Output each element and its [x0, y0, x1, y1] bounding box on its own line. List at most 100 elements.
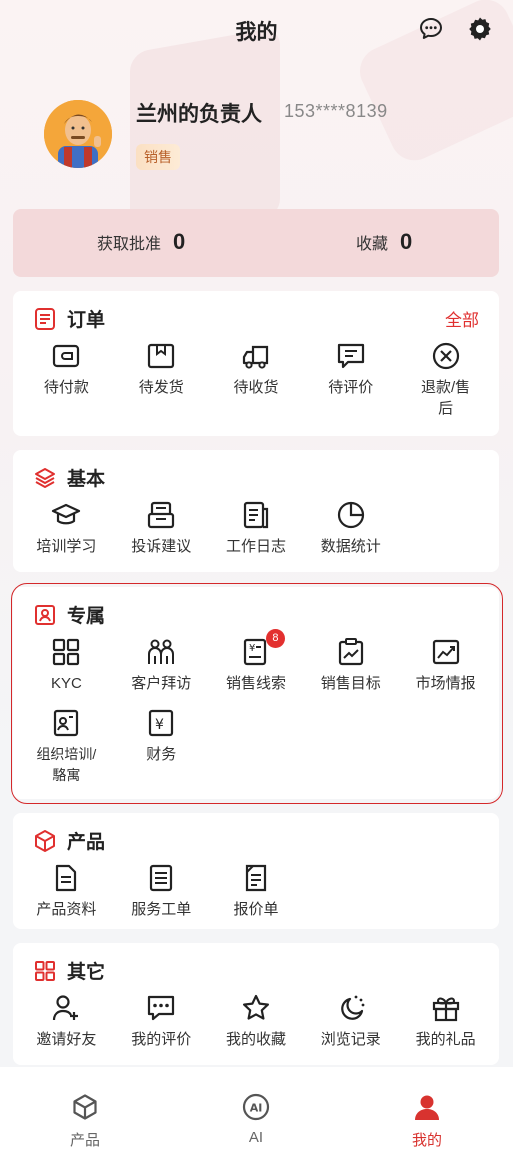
order-pending-review[interactable]: 待评价 [303, 341, 398, 419]
card-title: 订单 [67, 310, 106, 331]
truck-icon [242, 345, 269, 369]
item-label: 投诉建议 [131, 538, 192, 555]
item-label: 退款/售后 [420, 379, 471, 417]
gear-icon[interactable] [467, 16, 493, 42]
item-label: 浏览记录 [320, 1031, 381, 1048]
profile-section: 兰州的负责人 153****8139 销售 [0, 90, 513, 190]
user-name: 兰州的负责人 [136, 103, 262, 126]
grid-icon [53, 638, 80, 666]
item-label: 工作日志 [225, 538, 286, 555]
svg-text:¥: ¥ [249, 643, 255, 654]
stat-approvals[interactable]: 获取批准 0 [97, 229, 185, 255]
notification-badge: 8 [265, 629, 285, 648]
view-all-orders-link[interactable]: 全部 [445, 306, 479, 331]
badge-person-icon [35, 604, 55, 625]
target-board-icon [338, 638, 363, 666]
avatar[interactable] [44, 100, 112, 168]
tab-label: AI [248, 1129, 264, 1146]
quotation-item[interactable]: 报价单 [209, 863, 304, 920]
order-list-icon [35, 307, 55, 330]
list-doc-icon [150, 864, 173, 892]
tab-product[interactable]: 产品 [35, 1093, 135, 1150]
user-phone: 153****8139 [284, 101, 388, 121]
people-icon [148, 639, 175, 664]
svg-text:¥: ¥ [155, 717, 164, 733]
feedback-icon [148, 501, 175, 529]
star-icon [242, 994, 269, 1020]
item-label: 待付款 [43, 379, 89, 396]
product-card: 产品 产品资料 服务工单 报价单 [13, 813, 499, 929]
item-label: 我的评价 [131, 1031, 192, 1048]
item-label: 培训学习 [36, 538, 97, 555]
market-intel-item[interactable]: 市场情报 [398, 637, 493, 694]
order-refund[interactable]: 退款/售后 [398, 341, 493, 419]
wallet-icon [53, 344, 80, 368]
id-card-icon [54, 709, 79, 737]
item-label: 数据统计 [320, 538, 381, 555]
stat-favorites[interactable]: 收藏 0 [356, 229, 412, 255]
sales-target-item[interactable]: 销售目标 [303, 637, 398, 694]
package-icon [148, 343, 175, 369]
order-pending-receipt[interactable]: 待收货 [209, 341, 304, 419]
product-docs-item[interactable]: 产品资料 [19, 863, 114, 920]
item-label: 市场情报 [415, 675, 476, 692]
my-favorites-item[interactable]: 我的收藏 [209, 993, 304, 1050]
tab-label: 产品 [69, 1132, 100, 1149]
cube-icon [73, 1094, 97, 1120]
apps-grid-icon [35, 960, 55, 981]
finance-item[interactable]: ¥ 财务 [114, 708, 209, 786]
add-user-icon [53, 995, 79, 1021]
avatar-illustration [44, 100, 112, 168]
yuan-icon: ¥ [149, 709, 174, 737]
bottom-tab-bar: 产品 AI AI 我的 [0, 1067, 513, 1159]
chat-dots-icon [148, 995, 175, 1021]
document-icon [243, 501, 269, 529]
complaint-item[interactable]: 投诉建议 [114, 500, 209, 557]
comment-icon [337, 343, 364, 369]
exclusive-card: 专属 KYC 客户拜访 ¥ 8 销售线索 销售目标 市场情报 组织培训/駱寓 ¥… [13, 587, 499, 799]
layers-icon [35, 467, 55, 488]
browse-history-item[interactable]: 浏览记录 [303, 993, 398, 1050]
quote-doc-icon [245, 864, 267, 892]
org-training-item[interactable]: 组织培训/駱寓 [19, 708, 114, 786]
item-label: 待发货 [138, 379, 184, 396]
user-icon [415, 1095, 439, 1120]
order-pending-shipment[interactable]: 待发货 [114, 341, 209, 419]
item-label: 组织培训/駱寓 [36, 746, 97, 783]
refund-icon [432, 342, 459, 370]
my-reviews-item[interactable]: 我的评价 [114, 993, 209, 1050]
kyc-item[interactable]: KYC [19, 637, 114, 694]
customer-visit-item[interactable]: 客户拜访 [114, 637, 209, 694]
item-label: 我的收藏 [225, 1031, 286, 1048]
statistics-item[interactable]: 数据统计 [303, 500, 398, 557]
gift-icon [432, 997, 459, 1022]
trend-chart-icon [432, 639, 459, 665]
basic-card: 基本 培训学习 投诉建议 工作日志 数据统计 [13, 450, 499, 572]
orders-card: 订单 全部 待付款 待发货 待收货 待评价 退款/售后 [13, 291, 499, 436]
chat-bubble-icon[interactable] [418, 16, 444, 42]
card-title: 其它 [67, 962, 106, 983]
tab-label: 我的 [411, 1132, 442, 1149]
stat-value: 0 [400, 229, 413, 254]
svg-text:AI: AI [250, 1102, 263, 1115]
tab-ai[interactable]: AI AI [206, 1093, 306, 1146]
item-label: 产品资料 [36, 901, 97, 918]
training-item[interactable]: 培训学习 [19, 500, 114, 557]
work-log-item[interactable]: 工作日志 [209, 500, 304, 557]
stat-label: 收藏 [356, 236, 389, 253]
order-pending-payment[interactable]: 待付款 [19, 341, 114, 419]
stats-bar: 获取批准 0 收藏 0 [13, 209, 499, 277]
item-label: 我的礼品 [415, 1031, 476, 1048]
invite-friend-item[interactable]: 邀请好友 [19, 993, 114, 1050]
service-order-item[interactable]: 服务工单 [114, 863, 209, 920]
my-gifts-item[interactable]: 我的礼品 [398, 993, 493, 1050]
item-label: 待收货 [233, 379, 279, 396]
history-icon [340, 995, 365, 1020]
item-label: 销售线索 [225, 675, 286, 692]
item-label: KYC [50, 675, 82, 692]
item-label: 销售目标 [320, 675, 381, 692]
other-card: 其它 邀请好友 我的评价 我的收藏 浏览记录 我的礼品 [13, 943, 499, 1065]
card-title: 专属 [67, 606, 106, 627]
tab-mine[interactable]: 我的 [377, 1093, 477, 1150]
sales-lead-item[interactable]: ¥ 8 销售线索 [209, 629, 304, 694]
